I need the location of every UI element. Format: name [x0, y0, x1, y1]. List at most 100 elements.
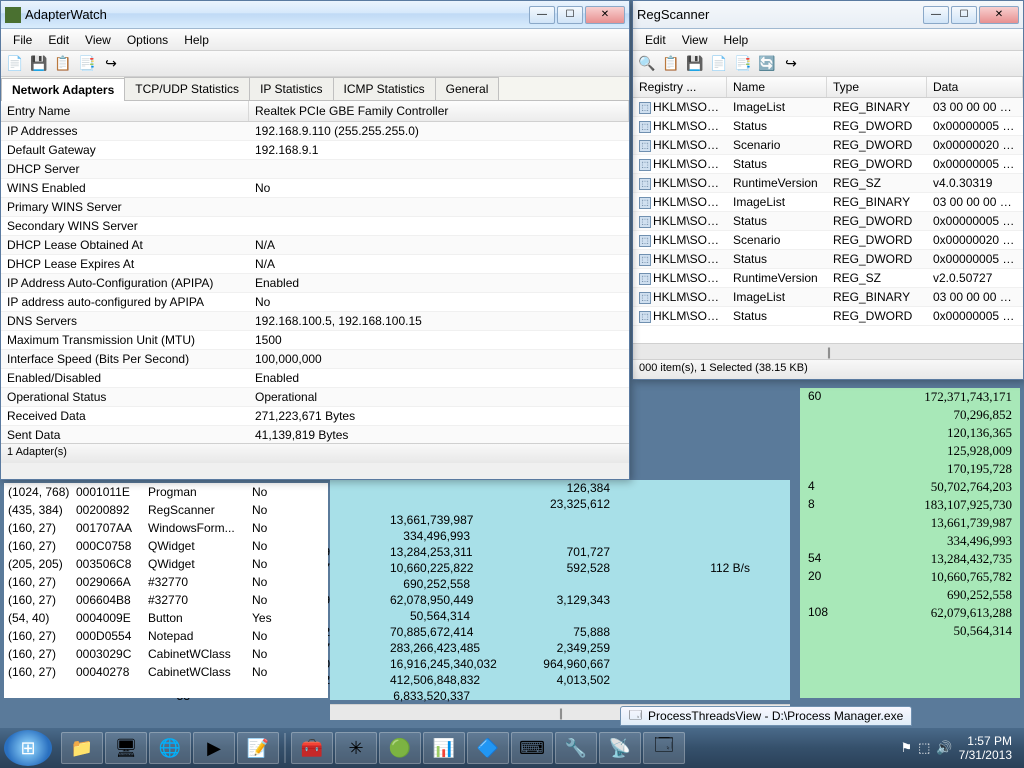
notepad-icon[interactable]: 📝	[237, 732, 279, 764]
adapter-row[interactable]: DHCP Server	[1, 160, 629, 179]
tab-network-adapters[interactable]: Network Adapters	[1, 78, 125, 101]
hwnd-row[interactable]: (205, 205)003506C8QWidgetNo	[4, 555, 328, 573]
save-icon[interactable]: 💾	[29, 54, 49, 74]
menu-edit[interactable]: Edit	[637, 31, 674, 49]
exit-icon[interactable]: ↪	[781, 54, 801, 74]
adapter-row[interactable]: DHCP Lease Obtained AtN/A	[1, 236, 629, 255]
reg-row[interactable]: ⬚HKLM\SOFT...ScenarioREG_DWORD0x00000020…	[633, 136, 1023, 155]
adapter-row[interactable]: Enabled/DisabledEnabled	[1, 369, 629, 388]
tab-ip-stats[interactable]: IP Statistics	[249, 77, 333, 100]
tray-network-icon[interactable]: ⬚	[918, 740, 930, 756]
tab-general[interactable]: General	[435, 77, 500, 100]
reg-row[interactable]: ⬚HKLM\SOFT...ScenarioREG_DWORD0x00000020…	[633, 231, 1023, 250]
adapter-row[interactable]: Received Data271,223,671 Bytes	[1, 407, 629, 426]
adapterwatch-grid-header[interactable]: Entry Name Realtek PCIe GBE Family Contr…	[1, 101, 629, 122]
task-app7-icon[interactable]: 🔧	[555, 732, 597, 764]
adapter-row[interactable]: Operational StatusOperational	[1, 388, 629, 407]
settings-icon[interactable]: 📑	[77, 54, 97, 74]
menu-help[interactable]: Help	[715, 31, 756, 49]
adapter-row[interactable]: DNS Servers192.168.100.5, 192.168.100.15	[1, 312, 629, 331]
menu-view[interactable]: View	[674, 31, 716, 49]
hwnd-row[interactable]: (160, 27)006604B8#32770No	[4, 591, 328, 609]
hwnd-row[interactable]: (160, 27)001707AAWindowsForm...No	[4, 519, 328, 537]
wmp-icon[interactable]: ▶	[193, 732, 235, 764]
ie-icon[interactable]: 🌐	[149, 732, 191, 764]
search-icon[interactable]: 🔍	[637, 54, 657, 74]
adapter-row[interactable]: DHCP Lease Expires AtN/A	[1, 255, 629, 274]
maximize-button[interactable]: ☐	[951, 6, 977, 24]
menu-options[interactable]: Options	[119, 31, 176, 49]
maximize-button[interactable]: ☐	[557, 6, 583, 24]
col-name[interactable]: Name	[727, 77, 827, 97]
tray-volume-icon[interactable]: 🔊	[936, 740, 952, 756]
task-app3-icon[interactable]: 🟢	[379, 732, 421, 764]
explorer-icon[interactable]: 📁	[61, 732, 103, 764]
adapterwatch-titlebar[interactable]: AdapterWatch — ☐ ✕	[1, 1, 629, 29]
reg-row[interactable]: ⬚HKLM\SOFT...StatusREG_DWORD0x00000005 (…	[633, 212, 1023, 231]
task-app6-icon[interactable]: ⌨	[511, 732, 553, 764]
menu-edit[interactable]: Edit	[40, 31, 77, 49]
save-icon[interactable]: 💾	[685, 54, 705, 74]
hwnd-row[interactable]: (160, 27)0003029CCabinetWClassNo	[4, 645, 328, 663]
reg-row[interactable]: ⬚HKLM\SOFT...ImageListREG_BINARY03 00 00…	[633, 288, 1023, 307]
task-app4-icon[interactable]: 📊	[423, 732, 465, 764]
reg-row[interactable]: ⬚HKLM\SOFT...StatusREG_DWORD0x00000005 (…	[633, 117, 1023, 136]
reg-row[interactable]: ⬚HKLM\SOFT...RuntimeVersionREG_SZv4.0.30…	[633, 174, 1023, 193]
adapter-row[interactable]: Maximum Transmission Unit (MTU)1500	[1, 331, 629, 350]
regscanner-hscroll[interactable]	[633, 343, 1023, 359]
minimize-button[interactable]: —	[529, 6, 555, 24]
adapter-row[interactable]: IP Addresses192.168.9.110 (255.255.255.0…	[1, 122, 629, 141]
menu-help[interactable]: Help	[176, 31, 217, 49]
regscanner-titlebar[interactable]: RegScanner — ☐ ✕	[633, 1, 1023, 29]
tab-tcpudp[interactable]: TCP/UDP Statistics	[124, 77, 250, 100]
goto-icon[interactable]: 📋	[661, 54, 681, 74]
col-data[interactable]: Data	[927, 77, 1023, 97]
task-app5-icon[interactable]: 🔷	[467, 732, 509, 764]
reg-row[interactable]: ⬚HKLM\SOFT...ImageListREG_BINARY03 00 00…	[633, 193, 1023, 212]
hwnd-row[interactable]: (1024, 768)0001011EProgmanNo	[4, 483, 328, 501]
copy-icon[interactable]: 📄	[709, 54, 729, 74]
col-registry-key[interactable]: Registry ...	[633, 77, 727, 97]
reg-row[interactable]: ⬚HKLM\SOFT...ImageListREG_BINARY03 00 00…	[633, 98, 1023, 117]
task-app9-icon[interactable]: 🗔	[643, 732, 685, 764]
tray-flag-icon[interactable]: ⚑	[900, 740, 912, 756]
hwnd-row[interactable]: (160, 27)00040278CabinetWClassNo	[4, 663, 328, 681]
exit-icon[interactable]: ↪	[101, 54, 121, 74]
col-adapter-value[interactable]: Realtek PCIe GBE Family Controller	[249, 101, 629, 121]
regscanner-grid[interactable]: Registry ... Name Type Data ⬚HKLM\SOFT..…	[633, 77, 1023, 343]
adapter-row[interactable]: IP address auto-configured by APIPANo	[1, 293, 629, 312]
processthreadsview-taskbar-preview[interactable]: 🗔 ProcessThreadsView - D:\Process Manage…	[620, 706, 912, 726]
adapter-row[interactable]: Primary WINS Server	[1, 198, 629, 217]
reg-row[interactable]: ⬚HKLM\SOFT...StatusREG_DWORD0x00000005 (…	[633, 155, 1023, 174]
window-handle-list[interactable]: (1024, 768)0001011EProgmanNo(435, 384)00…	[4, 483, 328, 698]
col-entry-name[interactable]: Entry Name	[1, 101, 249, 121]
close-button[interactable]: ✕	[979, 6, 1019, 24]
adapter-row[interactable]: Interface Speed (Bits Per Second)100,000…	[1, 350, 629, 369]
adapter-row[interactable]: Default Gateway192.168.9.1	[1, 141, 629, 160]
task-app2-icon[interactable]: ✳	[335, 732, 377, 764]
menu-view[interactable]: View	[77, 31, 119, 49]
tray-clock[interactable]: 1:57 PM 7/31/2013	[959, 734, 1012, 763]
hwnd-row[interactable]: (54, 40)0004009EButtonYes	[4, 609, 328, 627]
close-button[interactable]: ✕	[585, 6, 625, 24]
task-app8-icon[interactable]: 📡	[599, 732, 641, 764]
adapterwatch-grid[interactable]: Entry Name Realtek PCIe GBE Family Contr…	[1, 101, 629, 443]
adapter-row[interactable]: Secondary WINS Server	[1, 217, 629, 236]
desktop-icon[interactable]: 🖥	[105, 732, 147, 764]
minimize-button[interactable]: —	[923, 6, 949, 24]
col-type[interactable]: Type	[827, 77, 927, 97]
adapter-row[interactable]: IP Address Auto-Configuration (APIPA)Ena…	[1, 274, 629, 293]
menu-file[interactable]: File	[5, 31, 40, 49]
adapter-row[interactable]: Sent Data41,139,819 Bytes	[1, 426, 629, 443]
hwnd-row[interactable]: (160, 27)000D0554NotepadNo	[4, 627, 328, 645]
start-button[interactable]: ⊞	[4, 730, 52, 766]
properties-icon[interactable]: 📑	[733, 54, 753, 74]
hwnd-row[interactable]: (160, 27)0029066A#32770No	[4, 573, 328, 591]
reg-row[interactable]: ⬚HKLM\SOFT...StatusREG_DWORD0x00000005 (…	[633, 250, 1023, 269]
regscanner-grid-header[interactable]: Registry ... Name Type Data	[633, 77, 1023, 98]
report-icon[interactable]: 📄	[5, 54, 25, 74]
refresh-icon[interactable]: 🔄	[757, 54, 777, 74]
reg-row[interactable]: ⬚HKLM\SOFT...StatusREG_DWORD0x00000005 (…	[633, 307, 1023, 326]
task-app1-icon[interactable]: 🧰	[291, 732, 333, 764]
reg-row[interactable]: ⬚HKLM\SOFT...RuntimeVersionREG_SZv2.0.50…	[633, 269, 1023, 288]
